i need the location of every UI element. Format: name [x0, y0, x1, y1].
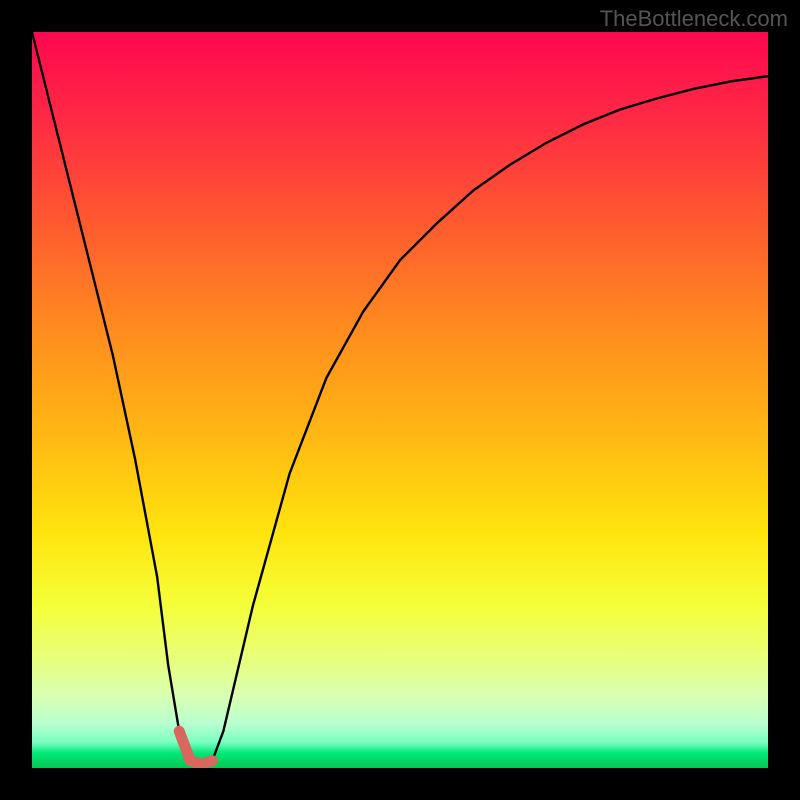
chart-plot-area — [32, 32, 768, 768]
series-line — [32, 32, 768, 764]
minimum-marker — [179, 731, 212, 764]
bottleneck-curve — [32, 32, 768, 768]
attribution-text: TheBottleneck.com — [600, 6, 788, 32]
